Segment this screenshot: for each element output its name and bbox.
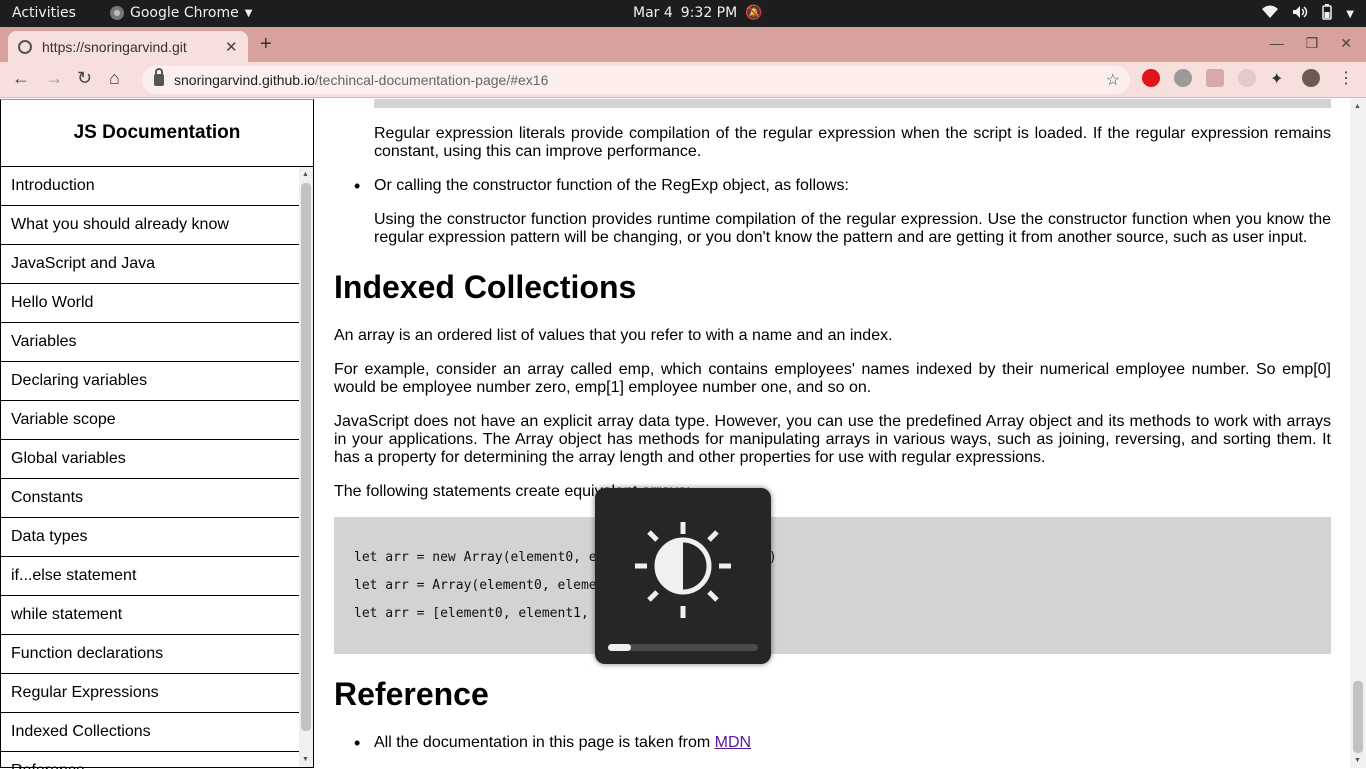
- clock-date: Mar 4: [633, 5, 673, 21]
- nav-link-reference[interactable]: Reference: [1, 752, 299, 769]
- address-bar[interactable]: snoringarvind.github.io/techincal-docume…: [142, 66, 1130, 94]
- system-tray[interactable]: ▼: [1262, 4, 1354, 24]
- code-block-partial: [374, 99, 1331, 108]
- browser-menu-icon[interactable]: ⋮: [1338, 68, 1354, 88]
- new-tab-button[interactable]: +: [260, 33, 272, 56]
- sidebar-scrollbar[interactable]: ▲ ▼: [299, 167, 313, 767]
- main-doc: Regular expression literals provide comp…: [334, 99, 1331, 768]
- documentation-sidebar: JS Documentation Introduction What you s…: [0, 99, 314, 769]
- scroll-down-arrow-icon[interactable]: ▼: [302, 756, 309, 763]
- nav-link-what-you-should-already-know[interactable]: What you should already know: [1, 206, 299, 245]
- nav-link-while-statement[interactable]: while statement: [1, 596, 299, 635]
- extension-icon[interactable]: [1174, 69, 1192, 87]
- battery-icon: [1322, 4, 1333, 24]
- chrome-icon: [110, 6, 124, 20]
- brightness-icon: [635, 522, 731, 618]
- code-block: let arr = new Array(element0, element1, …: [334, 517, 1331, 654]
- regex-literal-paragraph: Regular expression literals provide comp…: [374, 125, 1331, 160]
- sidebar-scrollbar-thumb[interactable]: [301, 183, 311, 731]
- url-host: snoringarvind.github.io: [174, 72, 315, 88]
- indexed-paragraph-3: JavaScript does not have an explicit arr…: [334, 413, 1331, 466]
- window-controls: — ❐ ✕: [1270, 35, 1352, 52]
- scroll-down-arrow-icon[interactable]: ▼: [1354, 757, 1361, 764]
- indexed-paragraph-2: For example, consider an array called em…: [334, 361, 1331, 396]
- regex-constructor-paragraph: Using the constructor function provides …: [374, 211, 1331, 246]
- nav-link-declaring-variables[interactable]: Declaring variables: [1, 362, 299, 401]
- dropdown-caret-icon: ▼: [244, 7, 253, 19]
- brightness-level-fill: [608, 644, 631, 651]
- system-top-bar: Activities Google Chrome ▼ Mar 4 9:32 PM…: [0, 0, 1366, 27]
- reference-heading: Reference: [334, 676, 489, 712]
- forward-arrow-icon[interactable]: →: [45, 68, 63, 89]
- scroll-up-arrow-icon[interactable]: ▲: [302, 171, 309, 178]
- home-icon[interactable]: ⌂: [109, 68, 120, 89]
- nav-link-variable-scope[interactable]: Variable scope: [1, 401, 299, 440]
- close-window-icon[interactable]: ✕: [1340, 35, 1352, 52]
- brightness-osd: [595, 488, 771, 664]
- extensions-puzzle-icon[interactable]: ✦: [1270, 69, 1288, 88]
- nav-link-global-variables[interactable]: Global variables: [1, 440, 299, 479]
- extension-icon[interactable]: [1238, 69, 1256, 87]
- nav-link-javascript-and-java[interactable]: JavaScript and Java: [1, 245, 299, 284]
- nav-link-function-declarations[interactable]: Function declarations: [1, 635, 299, 674]
- indexed-paragraph-4: The following statements create equivale…: [334, 483, 691, 500]
- web-page: JS Documentation Introduction What you s…: [0, 99, 1366, 769]
- tab-strip: https://snoringarvind.git ✕ + — ❐ ✕: [0, 27, 1366, 62]
- globe-icon: [18, 39, 32, 54]
- browser-tab[interactable]: https://snoringarvind.git ✕: [8, 31, 248, 62]
- page-scrollbar[interactable]: ▲ ▼: [1350, 99, 1366, 768]
- volume-icon: [1292, 5, 1308, 23]
- app-name: Google Chrome: [130, 5, 239, 21]
- reload-icon[interactable]: ↻: [77, 68, 92, 89]
- extension-icon[interactable]: [1206, 69, 1224, 87]
- indexed-paragraph-1: An array is an ordered list of values th…: [334, 327, 893, 344]
- adblock-extension-icon[interactable]: [1142, 69, 1160, 87]
- nav-link-hello-world[interactable]: Hello World: [1, 284, 299, 323]
- brightness-level-bar: [608, 644, 758, 651]
- back-arrow-icon[interactable]: ←: [12, 68, 30, 89]
- nav-link-data-types[interactable]: Data types: [1, 518, 299, 557]
- minimize-icon[interactable]: —: [1270, 35, 1284, 52]
- nav-link-variables[interactable]: Variables: [1, 323, 299, 362]
- profile-avatar[interactable]: [1302, 69, 1320, 87]
- scroll-up-arrow-icon[interactable]: ▲: [1354, 103, 1361, 110]
- app-menu[interactable]: Google Chrome ▼: [110, 5, 252, 21]
- sidebar-nav-list: Introduction What you should already kno…: [1, 167, 299, 769]
- regex-constructor-bullet: Or calling the constructor function of t…: [354, 177, 1331, 195]
- reference-bullet: All the documentation in this page is ta…: [354, 734, 1274, 752]
- browser-toolbar: ← → ↻ ⌂ snoringarvind.github.io/techinca…: [0, 62, 1366, 98]
- nav-link-introduction[interactable]: Introduction: [1, 167, 299, 206]
- notifications-muted-icon: 🔕: [745, 5, 763, 21]
- restore-icon[interactable]: ❐: [1306, 35, 1319, 52]
- clock-time: 9:32 PM: [680, 5, 738, 21]
- lock-icon: [154, 68, 164, 86]
- nav-link-regular-expressions[interactable]: Regular Expressions: [1, 674, 299, 713]
- indexed-collections-heading: Indexed Collections: [334, 269, 637, 305]
- nav-link-indexed-collections[interactable]: Indexed Collections: [1, 713, 299, 752]
- url-path: /techincal-documentation-page/#ex16: [314, 72, 549, 88]
- activities-button[interactable]: Activities: [12, 5, 76, 21]
- extensions-area: ✦: [1142, 69, 1320, 88]
- mdn-link[interactable]: MDN: [715, 734, 751, 751]
- wifi-icon: [1262, 5, 1279, 23]
- clock[interactable]: Mar 4 9:32 PM 🔕: [633, 5, 763, 21]
- tab-title: https://snoringarvind.git: [42, 38, 187, 55]
- sidebar-title: JS Documentation: [1, 100, 313, 167]
- reference-text: All the documentation in this page is ta…: [374, 734, 715, 751]
- nav-link-if-else-statement[interactable]: if...else statement: [1, 557, 299, 596]
- page-scrollbar-thumb[interactable]: [1353, 681, 1363, 753]
- bookmark-star-icon[interactable]: ☆: [1106, 70, 1120, 90]
- close-tab-icon[interactable]: ✕: [225, 38, 238, 56]
- power-menu-caret-icon: ▼: [1346, 8, 1354, 20]
- nav-link-constants[interactable]: Constants: [1, 479, 299, 518]
